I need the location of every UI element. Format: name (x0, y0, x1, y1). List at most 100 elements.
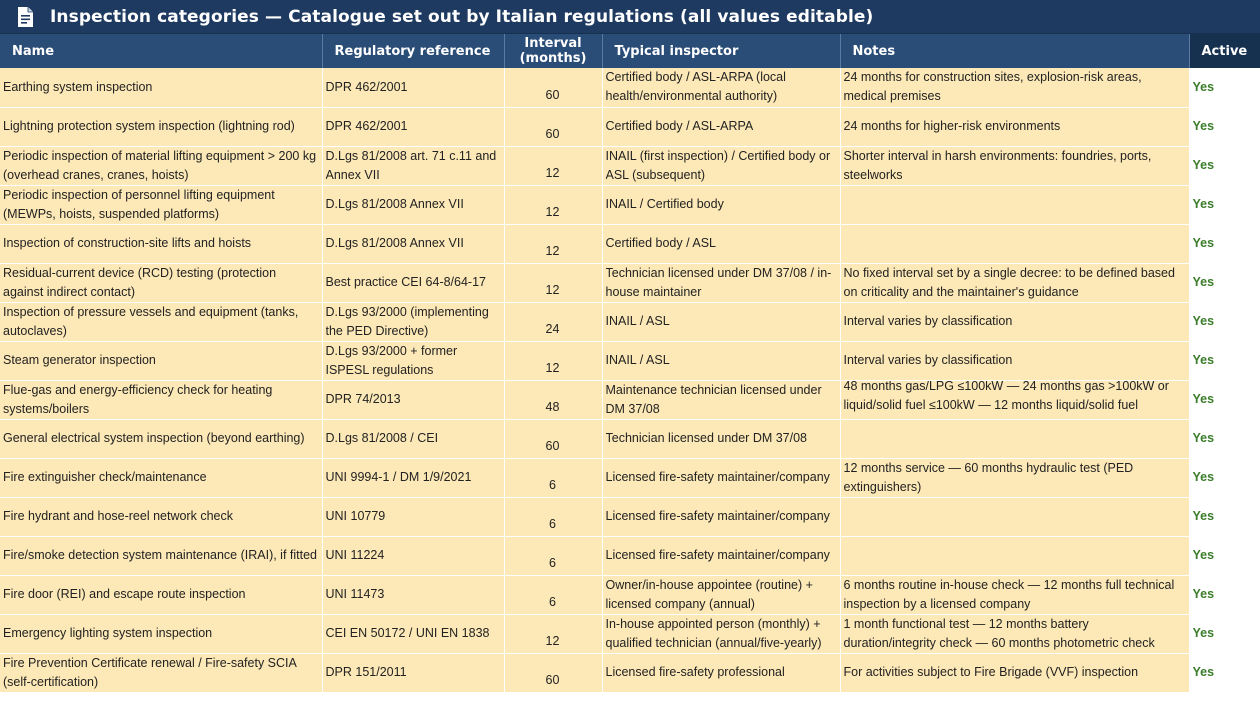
cell-notes[interactable] (840, 497, 1190, 537)
cell-active[interactable]: Yes (1189, 224, 1260, 264)
cell-interval[interactable]: 6 (504, 458, 603, 498)
table-row[interactable]: Periodic inspection of personnel lifting… (0, 185, 1260, 225)
cell-name[interactable]: Fire Prevention Certificate renewal / Fi… (0, 653, 323, 693)
cell-name[interactable]: Residual-current device (RCD) testing (p… (0, 263, 323, 303)
cell-inspector[interactable]: INAIL / Certified body (602, 185, 841, 225)
cell-active[interactable]: Yes (1189, 263, 1260, 303)
cell-reference[interactable]: D.Lgs 81/2008 Annex VII (322, 224, 505, 264)
cell-inspector[interactable]: Technician licensed under DM 37/08 (602, 419, 841, 459)
cell-interval[interactable]: 60 (504, 68, 603, 108)
table-row[interactable]: Fire door (REI) and escape route inspect… (0, 575, 1260, 615)
cell-notes[interactable]: 24 months for higher-risk environments (840, 107, 1190, 147)
cell-reference[interactable]: UNI 11473 (322, 575, 505, 615)
cell-notes[interactable] (840, 536, 1190, 576)
cell-name[interactable]: Fire door (REI) and escape route inspect… (0, 575, 323, 615)
cell-inspector[interactable]: Owner/in-house appointee (routine) + lic… (602, 575, 841, 615)
cell-reference[interactable]: Best practice CEI 64-8/64-17 (322, 263, 505, 303)
cell-inspector[interactable]: Licensed fire-safety maintainer/company (602, 458, 841, 498)
column-header-reference[interactable]: Regulatory reference (322, 34, 505, 68)
cell-notes[interactable]: Shorter interval in harsh environments: … (840, 146, 1190, 186)
cell-notes[interactable]: For activities subject to Fire Brigade (… (840, 653, 1190, 693)
cell-interval[interactable]: 60 (504, 653, 603, 693)
cell-inspector[interactable]: Certified body / ASL-ARPA (local health/… (602, 68, 841, 108)
table-row[interactable]: Fire extinguisher check/maintenance UNI 9… (0, 458, 1260, 498)
cell-reference[interactable]: DPR 74/2013 (322, 380, 505, 420)
cell-inspector[interactable]: Certified body / ASL-ARPA (602, 107, 841, 147)
cell-active[interactable]: Yes (1189, 419, 1260, 459)
table-row[interactable]: Steam generator inspection D.Lgs 93/2000 … (0, 341, 1260, 381)
cell-interval[interactable]: 6 (504, 497, 603, 537)
cell-name[interactable]: Steam generator inspection (0, 341, 323, 381)
cell-reference[interactable]: CEI EN 50172 / UNI EN 1838 (322, 614, 505, 654)
cell-name[interactable]: Inspection of pressure vessels and equip… (0, 302, 323, 342)
cell-interval[interactable]: 6 (504, 575, 603, 615)
cell-reference[interactable]: UNI 11224 (322, 536, 505, 576)
column-header-name[interactable]: Name (0, 34, 323, 68)
cell-reference[interactable]: DPR 462/2001 (322, 107, 505, 147)
cell-name[interactable]: Flue-gas and energy-efficiency check for… (0, 380, 323, 420)
cell-reference[interactable]: D.Lgs 81/2008 / CEI (322, 419, 505, 459)
table-row[interactable]: Earthing system inspection DPR 462/2001 60… (0, 68, 1260, 108)
cell-active[interactable]: Yes (1189, 185, 1260, 225)
cell-name[interactable]: Inspection of construction-site lifts an… (0, 224, 323, 264)
cell-interval[interactable]: 12 (504, 263, 603, 303)
cell-notes[interactable]: 12 months service — 60 months hydraulic … (840, 458, 1190, 498)
cell-name[interactable]: Fire hydrant and hose-reel network check (0, 497, 323, 537)
column-header-active[interactable]: Active (1189, 34, 1260, 68)
cell-notes[interactable] (840, 419, 1190, 459)
cell-inspector[interactable]: INAIL / ASL (602, 341, 841, 381)
cell-interval[interactable]: 12 (504, 185, 603, 225)
cell-active[interactable]: Yes (1189, 497, 1260, 537)
cell-active[interactable]: Yes (1189, 68, 1260, 108)
column-header-inspector[interactable]: Typical inspector (602, 34, 841, 68)
cell-inspector[interactable]: INAIL / ASL (602, 302, 841, 342)
cell-notes[interactable]: 1 month functional test — 12 months batt… (840, 614, 1190, 654)
cell-name[interactable]: Earthing system inspection (0, 68, 323, 108)
cell-notes[interactable] (840, 224, 1190, 264)
cell-reference[interactable]: D.Lgs 81/2008 Annex VII (322, 185, 505, 225)
cell-active[interactable]: Yes (1189, 653, 1260, 693)
table-row[interactable]: Emergency lighting system inspection CEI … (0, 614, 1260, 654)
table-row[interactable]: Inspection of construction-site lifts an… (0, 224, 1260, 264)
cell-active[interactable]: Yes (1189, 458, 1260, 498)
cell-notes[interactable]: 48 months gas/LPG ≤100kW — 24 months gas… (840, 380, 1190, 420)
cell-inspector[interactable]: Technician licensed under DM 37/08 / in-… (602, 263, 841, 303)
cell-interval[interactable]: 6 (504, 536, 603, 576)
cell-notes[interactable] (840, 185, 1190, 225)
cell-interval[interactable]: 48 (504, 380, 603, 420)
cell-inspector[interactable]: INAIL (first inspection) / Certified bod… (602, 146, 841, 186)
cell-name[interactable]: Lightning protection system inspection (… (0, 107, 323, 147)
cell-inspector[interactable]: Maintenance technician licensed under DM… (602, 380, 841, 420)
cell-reference[interactable]: UNI 9994-1 / DM 1/9/2021 (322, 458, 505, 498)
cell-reference[interactable]: D.Lgs 81/2008 art. 71 c.11 and Annex VII (322, 146, 505, 186)
cell-interval[interactable]: 12 (504, 224, 603, 264)
cell-reference[interactable]: D.Lgs 93/2000 (implementing the PED Dire… (322, 302, 505, 342)
cell-interval[interactable]: 24 (504, 302, 603, 342)
cell-name[interactable]: Periodic inspection of personnel lifting… (0, 185, 323, 225)
cell-notes[interactable]: Interval varies by classification (840, 341, 1190, 381)
cell-notes[interactable]: 6 months routine in-house check — 12 mon… (840, 575, 1190, 615)
cell-name[interactable]: General electrical system inspection (be… (0, 419, 323, 459)
cell-name[interactable]: Periodic inspection of material lifting … (0, 146, 323, 186)
table-row[interactable]: Fire hydrant and hose-reel network check… (0, 497, 1260, 537)
cell-reference[interactable]: D.Lgs 93/2000 + former ISPESL regulation… (322, 341, 505, 381)
cell-name[interactable]: Fire/smoke detection system maintenance … (0, 536, 323, 576)
table-row[interactable]: Fire Prevention Certificate renewal / Fi… (0, 653, 1260, 693)
cell-interval[interactable]: 12 (504, 341, 603, 381)
table-row[interactable]: Residual-current device (RCD) testing (p… (0, 263, 1260, 303)
cell-active[interactable]: Yes (1189, 302, 1260, 342)
table-row[interactable]: Inspection of pressure vessels and equip… (0, 302, 1260, 342)
cell-inspector[interactable]: In-house appointed person (monthly) + qu… (602, 614, 841, 654)
cell-notes[interactable]: Interval varies by classification (840, 302, 1190, 342)
cell-inspector[interactable]: Licensed fire-safety maintainer/company (602, 497, 841, 537)
cell-reference[interactable]: DPR 462/2001 (322, 68, 505, 108)
cell-interval[interactable]: 60 (504, 419, 603, 459)
cell-name[interactable]: Fire extinguisher check/maintenance (0, 458, 323, 498)
cell-interval[interactable]: 60 (504, 107, 603, 147)
column-header-interval[interactable]: Interval (months) (504, 34, 603, 68)
cell-inspector[interactable]: Certified body / ASL (602, 224, 841, 264)
cell-interval[interactable]: 12 (504, 614, 603, 654)
cell-notes[interactable]: 24 months for construction sites, explos… (840, 68, 1190, 108)
table-row[interactable]: Flue-gas and energy-efficiency check for… (0, 380, 1260, 420)
cell-name[interactable]: Emergency lighting system inspection (0, 614, 323, 654)
